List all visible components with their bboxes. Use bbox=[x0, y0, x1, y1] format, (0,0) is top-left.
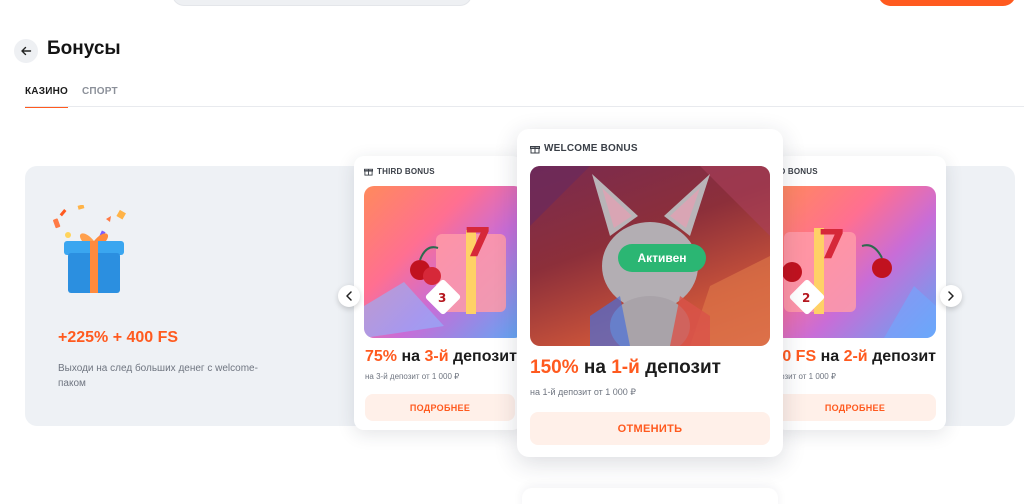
tab-casino[interactable]: КАЗИНО bbox=[25, 86, 68, 108]
carousel-next-button[interactable] bbox=[940, 285, 962, 307]
card-illustration: 7 2 bbox=[776, 186, 936, 338]
next-section-card bbox=[522, 488, 778, 504]
details-button[interactable]: ПОДРОБНЕЕ bbox=[776, 394, 936, 421]
search-bar[interactable] bbox=[172, 0, 472, 6]
card-title-ordinal: 1-й bbox=[611, 357, 640, 378]
card-badge-number: 2 bbox=[802, 291, 810, 305]
card-title-mid: на bbox=[578, 357, 612, 378]
svg-text:7: 7 bbox=[464, 220, 492, 266]
page-title: Бонусы bbox=[47, 38, 121, 59]
svg-text:7: 7 bbox=[818, 222, 846, 268]
chevron-left-icon bbox=[346, 291, 352, 301]
card-tag: THIRD BONUS bbox=[364, 167, 435, 176]
details-button[interactable]: ПОДРОБНЕЕ bbox=[365, 394, 515, 421]
card-title: 75% на 3-й депозит bbox=[365, 348, 517, 366]
summary-description: Выходи на след больших денег с welcome-п… bbox=[58, 363, 258, 389]
card-subtitle: на 3-й депозит от 1 000 ₽ bbox=[365, 372, 460, 381]
tab-sport[interactable]: СПОРТ bbox=[82, 86, 118, 108]
category-tabs: КАЗИНО СПОРТ bbox=[25, 86, 118, 108]
card-tag: WELCOME BONUS bbox=[530, 143, 638, 154]
card-title-ordinal: 3-й bbox=[424, 348, 449, 365]
card-title-mid: на bbox=[816, 348, 844, 365]
carousel-prev-button[interactable] bbox=[338, 285, 360, 307]
tabs-divider bbox=[25, 106, 1024, 107]
chevron-right-icon bbox=[948, 291, 954, 301]
card-illustration: Активен bbox=[530, 166, 770, 346]
cancel-button[interactable]: ОТМЕНИТЬ bbox=[530, 412, 770, 445]
bonus-card-welcome[interactable]: WELCOME BONUS Активен 150% на 1-й депози… bbox=[517, 129, 783, 457]
card-title: 150% на 1-й депозит bbox=[530, 357, 721, 379]
card-title-ordinal: 2-й bbox=[843, 348, 868, 365]
card-title-value: 150% bbox=[530, 357, 579, 378]
top-action-button[interactable] bbox=[878, 0, 1016, 6]
card-tag-label: WELCOME BONUS bbox=[544, 143, 638, 154]
card-subtitle: на 1-й депозит от 1 000 ₽ bbox=[530, 387, 636, 397]
card-title-mid: на bbox=[397, 348, 425, 365]
gift-icon bbox=[530, 145, 540, 153]
card-title-tail: депозит bbox=[867, 348, 936, 365]
status-badge: Активен bbox=[618, 244, 706, 272]
summary-amount: +225% + 400 FS bbox=[58, 329, 179, 346]
bonus-card-second[interactable]: SECOND BONUS 7 2 150% + 100 FS на 2-й де… bbox=[776, 156, 946, 430]
card-tag-label: THIRD BONUS bbox=[377, 167, 435, 176]
bonus-card-third[interactable]: THIRD BONUS 7 3 75% на 3-й депозит на 3-… bbox=[354, 156, 522, 430]
card-title-value: 75% bbox=[365, 348, 398, 365]
gift-box-icon bbox=[48, 204, 138, 300]
card-title-tail: депозит bbox=[639, 357, 721, 378]
card-illustration: 7 3 bbox=[364, 186, 522, 338]
arrow-left-icon bbox=[21, 46, 32, 56]
card-badge-number: 3 bbox=[438, 291, 446, 305]
back-button[interactable] bbox=[14, 39, 38, 63]
card-subtitle: на 2-й депозит от 1 000 ₽ bbox=[776, 372, 836, 381]
card-title-tail: депозит bbox=[448, 348, 517, 365]
card-title: 150% + 100 FS на 2-й депозит bbox=[776, 348, 936, 366]
gift-icon bbox=[364, 168, 373, 176]
